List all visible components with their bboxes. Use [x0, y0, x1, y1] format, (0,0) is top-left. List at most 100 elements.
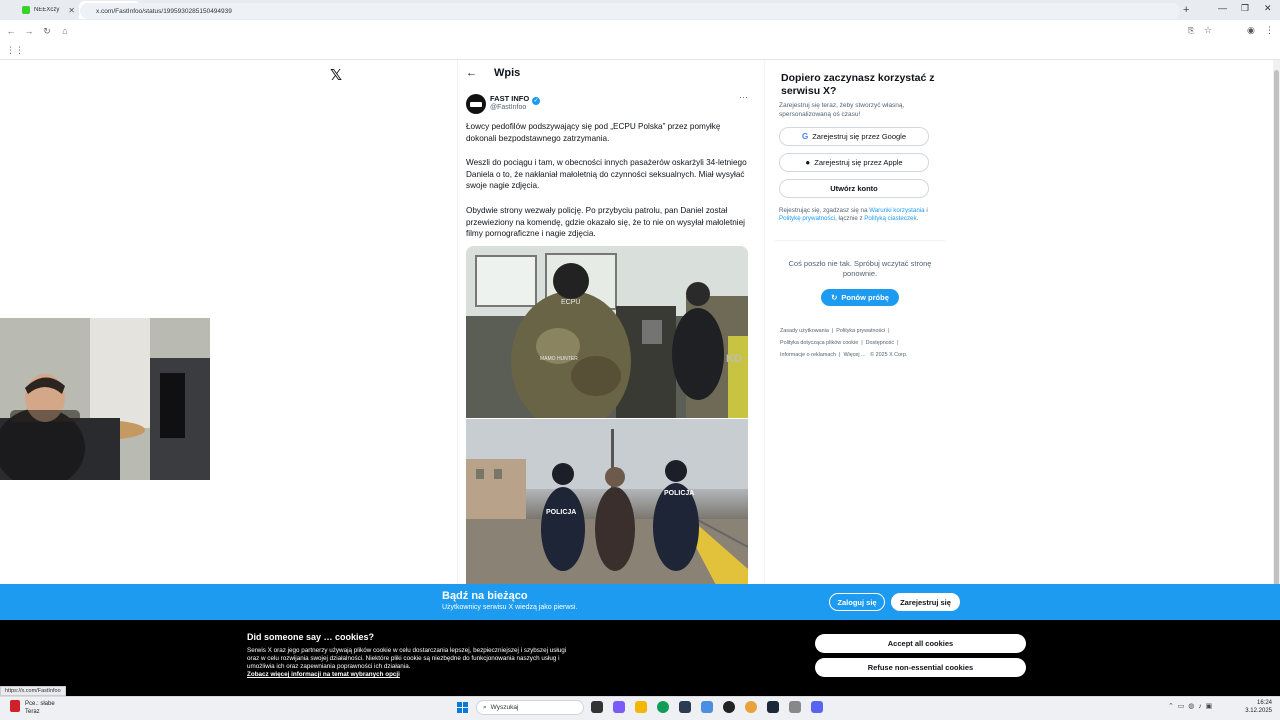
settings-gear-icon[interactable]	[789, 701, 801, 713]
bookmark-star-icon[interactable]: ☆	[1204, 25, 1212, 36]
verified-badge-icon: ✓	[532, 97, 541, 105]
profile-icon[interactable]: ◉	[1247, 25, 1255, 36]
webcam-overlay	[0, 318, 210, 480]
more-options-icon[interactable]: ···	[739, 92, 748, 102]
app-icon[interactable]	[701, 701, 713, 713]
sign-text: KD	[726, 353, 742, 365]
author-name-text: FAST INFO	[490, 94, 530, 103]
kick-favicon-icon	[22, 6, 30, 14]
back-nav-icon[interactable]: ←	[2, 26, 20, 36]
apple-signup-button[interactable]: ● Zarejestruj się przez Apple	[779, 153, 929, 172]
banner-subtitle: Użytkownicy serwisu X wiedzą jako pierws…	[442, 604, 578, 611]
start-menu-icon[interactable]	[457, 702, 468, 713]
cookie-more-info-link[interactable]: Zobacz więcej informacji na temat wybran…	[247, 671, 400, 678]
footer-link-more[interactable]: Więcej ...	[843, 352, 865, 358]
accept-cookies-button[interactable]: Accept all cookies	[815, 634, 1026, 653]
home-icon[interactable]: ⌂	[56, 26, 74, 36]
install-icon[interactable]: ⎘	[1188, 26, 1194, 36]
weather-icon[interactable]	[10, 700, 20, 712]
media-app-icon[interactable]	[723, 701, 735, 713]
apple-icon: ●	[805, 158, 811, 167]
column-divider	[764, 60, 765, 590]
privacy-link[interactable]: Politykę prywatności	[779, 215, 835, 222]
browser-tab-label: NEEXczy	[34, 7, 60, 13]
system-tray[interactable]: ⌃ ▭ ◍ ♪ ▣	[1168, 702, 1212, 710]
error-message: Coś poszło nie tak. Spróbuj wczytać stro…	[788, 259, 932, 278]
weather-widget[interactable]: Pce.: słabe Teraz	[25, 700, 55, 716]
legal-text: .	[916, 215, 919, 222]
platform-scene-illustration: POLICJA POLICJA	[466, 419, 748, 585]
footer-link-ads[interactable]: Informacje o reklamach	[780, 352, 836, 358]
taskbar-search[interactable]: ⌕ Wyszukaj	[476, 700, 584, 715]
post-text-paragraph: Łowcy pedofilów podszywający się pod „EC…	[466, 122, 721, 143]
post-image-platform[interactable]: POLICJA POLICJA	[466, 419, 748, 585]
apple-signup-label: Zarejestruj się przez Apple	[814, 158, 903, 167]
file-explorer-icon[interactable]	[635, 701, 647, 713]
clock-date: 3.12.2025	[1245, 708, 1272, 714]
scrollbar-thumb[interactable]	[1274, 70, 1279, 610]
taskbar-clock[interactable]: 16:24 3.12.2025	[1240, 699, 1272, 715]
url-field[interactable]: x.com/FastInfoo/status/19959302851504949…	[80, 3, 1180, 19]
legal-text: i	[924, 207, 928, 214]
train-scene-illustration: ECPU MAMO HUNTER KD	[466, 246, 748, 418]
footer-link-terms[interactable]: Zasady użytkowania	[780, 328, 829, 334]
maximize-icon[interactable]: ❐	[1241, 3, 1249, 14]
cookies-policy-link[interactable]: Polityką ciasteczek	[864, 215, 916, 222]
browser-menu-icon[interactable]: ⋮	[1265, 25, 1274, 36]
cookie-consent-bar	[0, 620, 1280, 696]
url-text: x.com/FastInfoo/status/19959302851504949…	[96, 7, 232, 15]
cookie-body: Serwis X oraz jego partnerzy używają pli…	[247, 647, 567, 670]
search-icon: ⌕	[483, 703, 487, 711]
column-divider	[457, 60, 458, 590]
police-text-right: POLICJA	[664, 490, 694, 497]
post-text-paragraph: Obydwie strony wezwały policję. Po przyb…	[466, 206, 745, 238]
footer-link-privacy[interactable]: Polityka prywatności	[836, 328, 885, 334]
bookmarks-bar: ⋮⋮	[0, 42, 1280, 60]
new-tab-icon[interactable]: +	[1183, 4, 1189, 16]
page-title: Wpis	[494, 67, 521, 79]
google-signup-button[interactable]: G Zarejestruj się przez Google	[779, 127, 929, 146]
close-tab-icon[interactable]: ✕	[68, 6, 75, 15]
google-icon: G	[801, 132, 809, 141]
task-view-icon[interactable]	[591, 701, 603, 713]
legal-text: , łącznie z	[835, 215, 865, 222]
signup-button[interactable]: Zarejestruj się	[891, 593, 960, 611]
edge-icon[interactable]	[657, 701, 669, 713]
signup-legal-text: Rejestrując się, zgadzasz się na Warunki…	[779, 207, 944, 223]
terms-link[interactable]: Warunki korzystania	[869, 207, 924, 214]
signup-subtitle: Zarejestruj się teraz, żeby stworzyć wła…	[779, 102, 905, 118]
browser-tab[interactable]: NEEXczy ✕	[18, 1, 79, 19]
x-logo-icon[interactable]: 𝕏	[330, 66, 342, 84]
widget-app-icon[interactable]	[613, 701, 625, 713]
footer-link-cookies[interactable]: Polityka dotycząca plików cookie	[780, 340, 858, 346]
cookie-title: Did someone say … cookies?	[247, 632, 375, 642]
login-button[interactable]: Zaloguj się	[829, 593, 885, 611]
patch-text: ECPU	[561, 299, 580, 306]
retry-label: Ponów próbę	[841, 293, 889, 302]
apps-grid-icon[interactable]: ⋮⋮	[6, 45, 24, 56]
legal-text: Rejestrując się, zgadzasz się na	[779, 207, 870, 214]
store-icon[interactable]	[679, 701, 691, 713]
steam-icon[interactable]	[767, 701, 779, 713]
back-arrow-icon[interactable]: ←	[466, 67, 477, 79]
author-handle[interactable]: @FastInfoo	[490, 104, 526, 111]
forward-nav-icon[interactable]: →	[20, 26, 38, 36]
post-image-train[interactable]: ECPU MAMO HUNTER KD	[466, 246, 748, 418]
weather-line-1: Pce.: słabe	[25, 701, 55, 707]
minimize-icon[interactable]: —	[1218, 3, 1227, 13]
status-url-tooltip: https://x.com/FastInfoo	[0, 686, 66, 696]
close-window-icon[interactable]: ✕	[1264, 3, 1272, 14]
retry-button[interactable]: ↻ Ponów próbę	[821, 289, 899, 306]
footer-link-accessibility[interactable]: Dostępność	[866, 340, 894, 346]
clock-time: 16:24	[1256, 700, 1272, 706]
reload-icon[interactable]: ↻	[38, 26, 56, 37]
discord-icon[interactable]	[811, 701, 823, 713]
webcam-scene-illustration	[0, 318, 210, 480]
avatar[interactable]	[466, 94, 486, 114]
signup-title: Dopiero zaczynasz korzystać z serwisu X?	[781, 72, 935, 97]
chrome-icon[interactable]	[745, 701, 757, 713]
post-text-paragraph: Weszli do pociągu i tam, w obecności inn…	[466, 158, 747, 190]
refuse-cookies-button[interactable]: Refuse non-essential cookies	[815, 658, 1026, 677]
footer-copyright: © 2025 X Corp.	[870, 352, 908, 358]
create-account-button[interactable]: Utwórz konto	[779, 179, 929, 198]
